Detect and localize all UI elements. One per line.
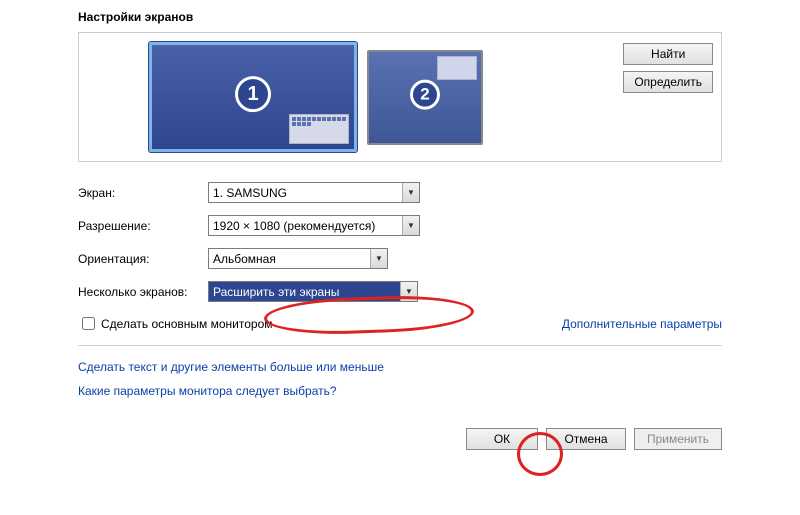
multiple-displays-dropdown[interactable]: Расширить эти экраны ▼ bbox=[208, 281, 418, 302]
resolution-dropdown-value: 1920 × 1080 (рекомендуется) bbox=[213, 219, 402, 233]
display-preview: 1 2 Найти Определить bbox=[78, 32, 722, 162]
multiple-displays-dropdown-value: Расширить эти экраны bbox=[213, 285, 400, 299]
monitor-2-taskbar-icon bbox=[437, 56, 477, 80]
divider bbox=[78, 345, 722, 346]
orientation-dropdown-value: Альбомная bbox=[213, 252, 370, 266]
make-primary-label: Сделать основным монитором bbox=[101, 317, 273, 331]
screen-label: Экран: bbox=[78, 186, 208, 200]
cancel-button[interactable]: Отмена bbox=[546, 428, 626, 450]
resolution-label: Разрешение: bbox=[78, 219, 208, 233]
monitor-params-help-link[interactable]: Какие параметры монитора следует выбрать… bbox=[78, 384, 337, 398]
page-title: Настройки экранов bbox=[78, 10, 722, 24]
orientation-label: Ориентация: bbox=[78, 252, 208, 266]
chevron-down-icon: ▼ bbox=[400, 282, 417, 301]
advanced-settings-link[interactable]: Дополнительные параметры bbox=[562, 317, 722, 331]
screen-dropdown-value: 1. SAMSUNG bbox=[213, 186, 402, 200]
monitor-2[interactable]: 2 bbox=[367, 50, 483, 145]
monitor-1-number: 1 bbox=[235, 76, 271, 112]
chevron-down-icon: ▼ bbox=[402, 183, 419, 202]
multiple-displays-label: Несколько экранов: bbox=[78, 285, 208, 299]
apply-button: Применить bbox=[634, 428, 722, 450]
chevron-down-icon: ▼ bbox=[370, 249, 387, 268]
chevron-down-icon: ▼ bbox=[402, 216, 419, 235]
monitor-1[interactable]: 1 bbox=[149, 42, 357, 152]
orientation-dropdown[interactable]: Альбомная ▼ bbox=[208, 248, 388, 269]
make-primary-checkbox[interactable] bbox=[82, 317, 95, 330]
monitor-1-taskbar-icon bbox=[289, 114, 349, 144]
monitor-2-number: 2 bbox=[410, 80, 440, 110]
ok-button[interactable]: ОК bbox=[466, 428, 538, 450]
find-button[interactable]: Найти bbox=[623, 43, 713, 65]
screen-dropdown[interactable]: 1. SAMSUNG ▼ bbox=[208, 182, 420, 203]
text-size-link[interactable]: Сделать текст и другие элементы больше и… bbox=[78, 360, 384, 374]
detect-button[interactable]: Определить bbox=[623, 71, 713, 93]
resolution-dropdown[interactable]: 1920 × 1080 (рекомендуется) ▼ bbox=[208, 215, 420, 236]
